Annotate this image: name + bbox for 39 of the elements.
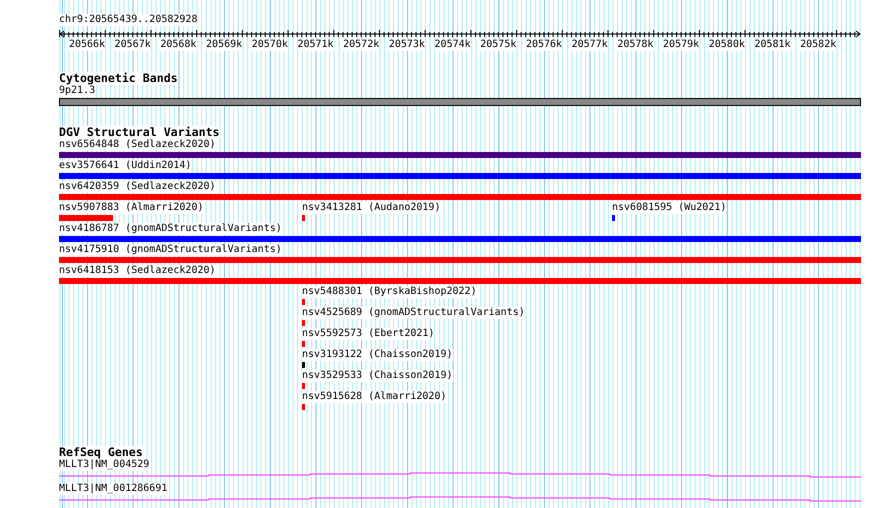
variant-label: nsv5907883 (Almarri2020): [59, 202, 204, 214]
variant-label: esv3576641 (Uddin2014): [59, 160, 192, 172]
ruler-label: 20580k: [708, 39, 745, 51]
ruler-label: 20581k: [754, 39, 791, 51]
variant-label: nsv3193122 (Chaisson2019): [302, 349, 453, 361]
band-label: 9p21.3: [59, 85, 96, 97]
variant-label: nsv6081595 (Wu2021): [612, 202, 726, 214]
variant-label: nsv3529533 (Chaisson2019): [302, 370, 453, 382]
ruler-label: 20568k: [160, 39, 196, 51]
variant-label: nsv3413281 (Audano2019): [302, 202, 440, 214]
ruler-label: 20573k: [388, 39, 425, 51]
variant-label: nsv4525689 (gnomADStructuralVariants): [302, 307, 525, 319]
ruler-label: 20576k: [526, 39, 562, 51]
variant-label: nsv6418153 (Sedlazeck2020): [59, 265, 216, 277]
ruler-label: 20572k: [343, 39, 380, 51]
variant-label: nsv5915628 (Almarri2020): [302, 391, 446, 403]
variant-label: nsv5592573 (Ebert2021): [302, 328, 434, 340]
locus-text: chr9:20565439..20582928: [59, 14, 198, 26]
variant-label: nsv4186787 (gnomADStructuralVariants): [59, 223, 282, 235]
track-title: DGV Structural Variants: [59, 126, 220, 139]
ruler-label: 20582k: [800, 39, 836, 51]
ruler-label: 20579k: [663, 39, 700, 51]
track-title: RefSeq Genes: [59, 446, 143, 459]
ruler-label: 20578k: [617, 39, 654, 51]
gene-label: MLLT3|NM_004529: [59, 459, 150, 471]
variant-label: nsv6564848 (Sedlazeck2020): [59, 139, 216, 151]
ruler-label: 20574k: [434, 39, 471, 51]
ruler-label: 20575k: [480, 39, 516, 51]
track-title: Cytogenetic Bands: [59, 72, 178, 85]
ruler-label: 20567k: [114, 39, 151, 51]
variant-label: nsv5488301 (ByrskaBishop2022): [302, 286, 477, 298]
ruler-label: 20577k: [572, 39, 608, 51]
ruler-label: 20569k: [206, 39, 242, 51]
ruler-label: 20571k: [297, 39, 334, 51]
ruler-label: 20566k: [68, 39, 106, 51]
variant-label: nsv6420359 (Sedlazeck2020): [59, 181, 216, 193]
variant-label: nsv4175910 (gnomADStructuralVariants): [59, 244, 282, 256]
gene-label: MLLT3|NM_001286691: [59, 483, 168, 495]
ruler-label: 20570k: [252, 39, 288, 51]
